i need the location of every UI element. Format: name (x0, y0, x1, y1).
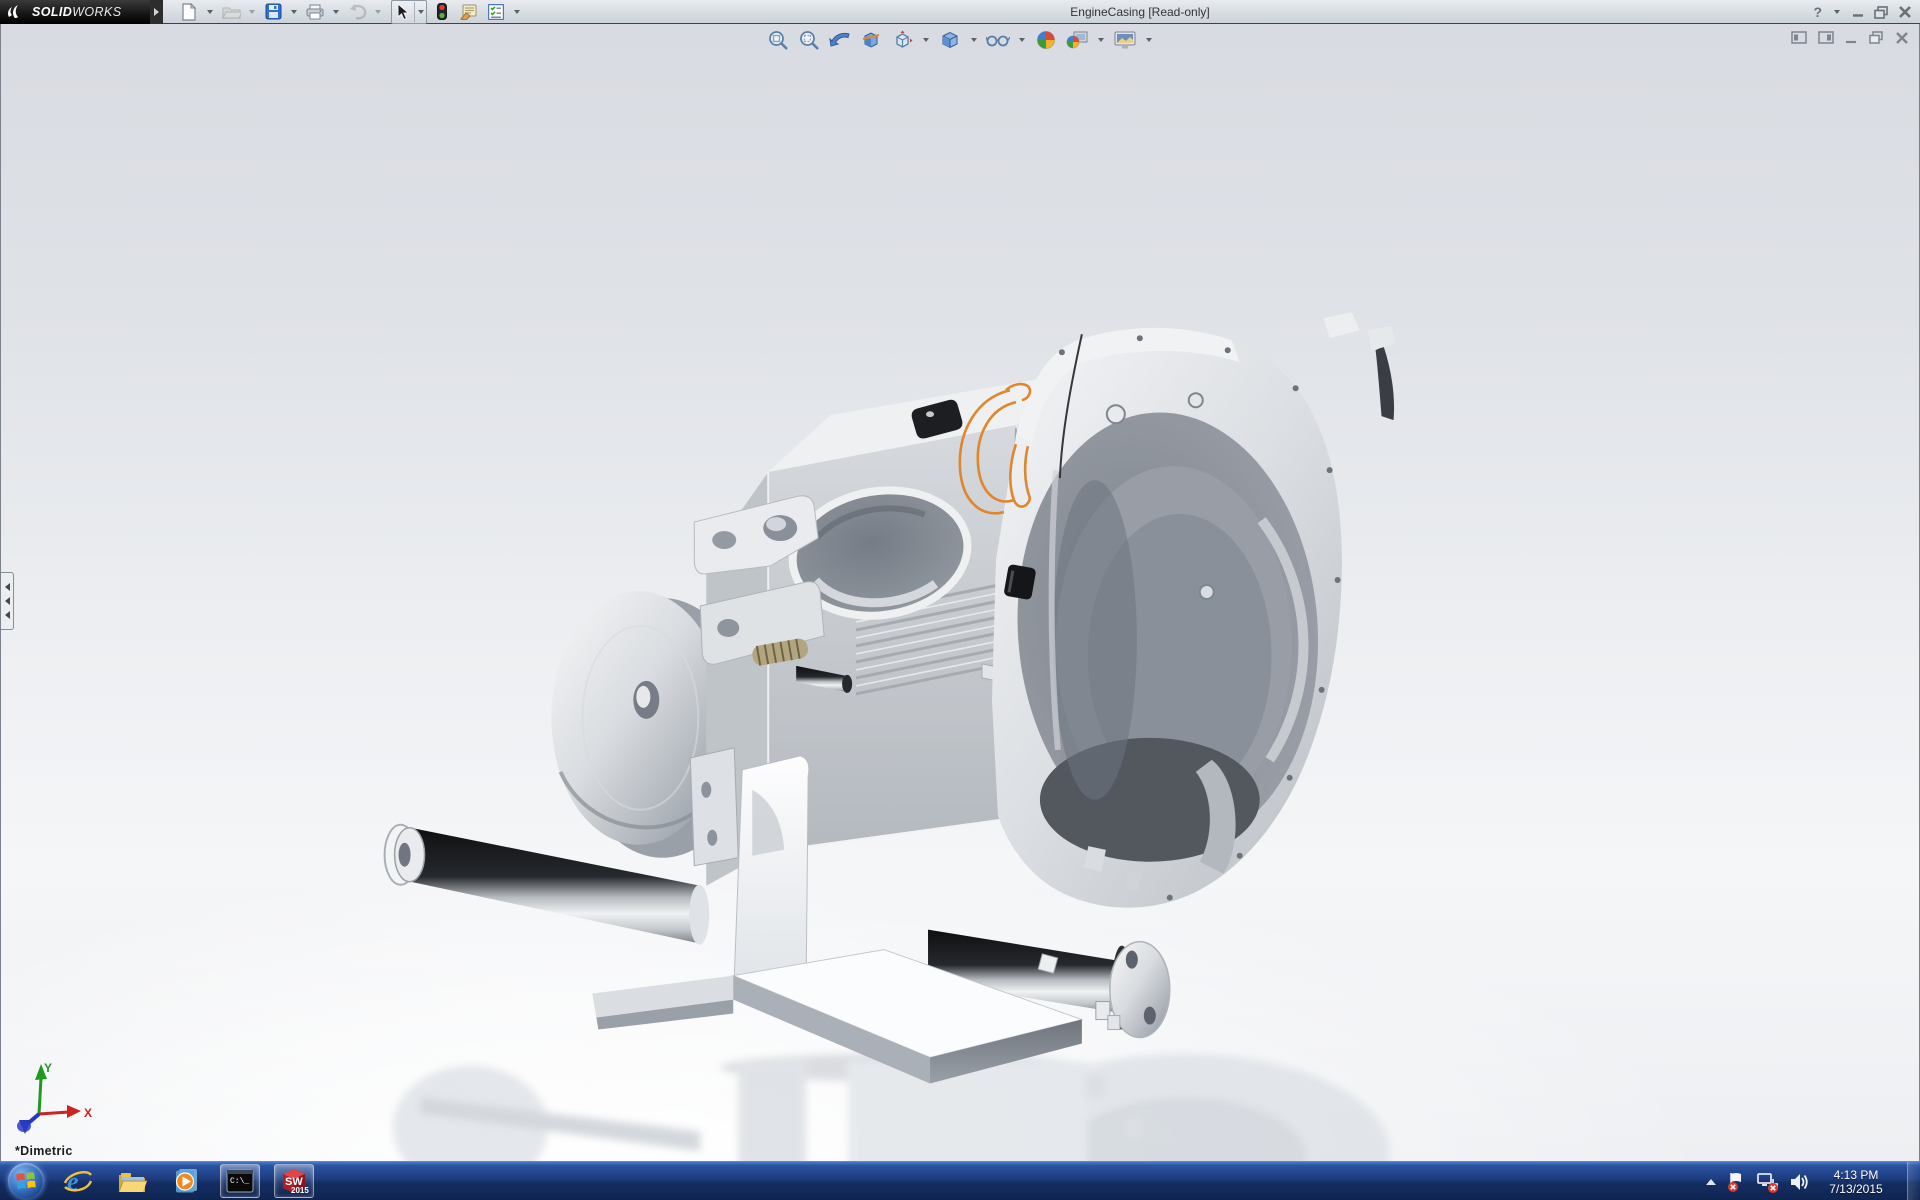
restore-button[interactable] (1874, 6, 1889, 19)
windows-explorer-button[interactable] (112, 1164, 152, 1198)
command-prompt-button[interactable]: C:\_ (220, 1164, 260, 1198)
undo-dropdown[interactable] (375, 10, 381, 14)
command-prompt-icon: C:\_ (226, 1169, 254, 1193)
solidworks-logo[interactable]: SOLIDWORKS (0, 0, 150, 24)
show-hidden-icons-button[interactable] (1706, 1179, 1716, 1185)
arrow-right-icon (154, 8, 159, 16)
internet-explorer-button[interactable]: e (58, 1164, 98, 1198)
graphics-viewport[interactable]: Y X *Dimetric (0, 24, 1920, 1161)
network-status-icon[interactable] (1756, 1171, 1780, 1193)
select-tool-group (391, 0, 427, 24)
open-button[interactable] (219, 1, 243, 23)
sw-icon-year: 2015 (291, 1186, 309, 1195)
cursor-icon (397, 4, 410, 20)
menu-expand-button[interactable] (150, 0, 163, 24)
save-floppy-icon (265, 3, 282, 20)
close-button[interactable] (1898, 6, 1912, 18)
window-title: EngineCasing [Read-only] (360, 0, 1920, 24)
main-toolbar (163, 0, 523, 24)
title-bar: SOLIDWORKS (0, 0, 1920, 24)
start-button[interactable] (8, 1163, 44, 1199)
engine-housing[interactable] (992, 312, 1396, 907)
taskbar-apps: e C:\_ (58, 1164, 314, 1198)
clock-time: 4:13 PM (1820, 1168, 1892, 1182)
brand-text: SOLIDWORKS (32, 5, 121, 19)
save-button[interactable] (261, 1, 285, 23)
minimize-button[interactable] (1852, 6, 1865, 18)
new-document-icon (181, 3, 197, 21)
action-center-icon[interactable] (1725, 1171, 1747, 1193)
options-icon (488, 4, 504, 20)
new-document-button[interactable] (177, 1, 201, 23)
dropdown-caret-icon (418, 10, 424, 14)
help-dropdown[interactable] (1834, 10, 1840, 14)
windows-taskbar: e C:\_ (0, 1161, 1920, 1200)
triad-x-label: X (84, 1106, 92, 1120)
open-dropdown[interactable] (249, 10, 255, 14)
folder-icon (117, 1169, 147, 1194)
media-player-icon (172, 1167, 200, 1195)
select-button[interactable] (392, 1, 414, 23)
solidworks-logo-icon (6, 4, 28, 20)
options-dropdown[interactable] (514, 10, 520, 14)
view-orientation-label: *Dimetric (15, 1144, 73, 1158)
triad-y-label: Y (44, 1061, 52, 1075)
cmd-icon-text: C:\_ (230, 1177, 249, 1186)
new-dropdown[interactable] (207, 10, 213, 14)
windows-flag-icon (16, 1171, 36, 1191)
volume-icon[interactable] (1789, 1172, 1811, 1192)
options-button[interactable] (484, 1, 508, 23)
file-properties-button[interactable] (457, 1, 481, 23)
internet-explorer-icon: e (63, 1167, 93, 1195)
print-icon (306, 4, 324, 20)
engine-casing-model[interactable] (1, 24, 1919, 1161)
file-properties-icon (460, 4, 478, 20)
select-dropdown[interactable] (414, 2, 426, 22)
solidworks-2015-button[interactable]: SW 2015 (274, 1164, 314, 1198)
print-button[interactable] (303, 1, 327, 23)
open-folder-icon (222, 4, 241, 19)
orientation-triad: Y X (11, 1060, 101, 1146)
media-player-button[interactable] (166, 1164, 206, 1198)
window-controls: ? (1813, 0, 1912, 24)
help-button[interactable]: ? (1813, 4, 1822, 20)
solidworks-2015-icon: SW 2015 (279, 1166, 309, 1196)
undo-button[interactable] (345, 1, 369, 23)
rebuild-button[interactable] (430, 1, 454, 23)
undo-icon (348, 4, 367, 20)
clock-date: 7/13/2015 (1820, 1182, 1892, 1196)
taskbar-clock[interactable]: 4:13 PM 7/13/2015 (1820, 1168, 1892, 1196)
print-dropdown[interactable] (333, 10, 339, 14)
system-tray: 4:13 PM 7/13/2015 (1706, 1162, 1920, 1200)
rebuild-traffic-light-icon (437, 3, 447, 20)
show-desktop-button[interactable] (1907, 1162, 1920, 1200)
save-dropdown[interactable] (291, 10, 297, 14)
